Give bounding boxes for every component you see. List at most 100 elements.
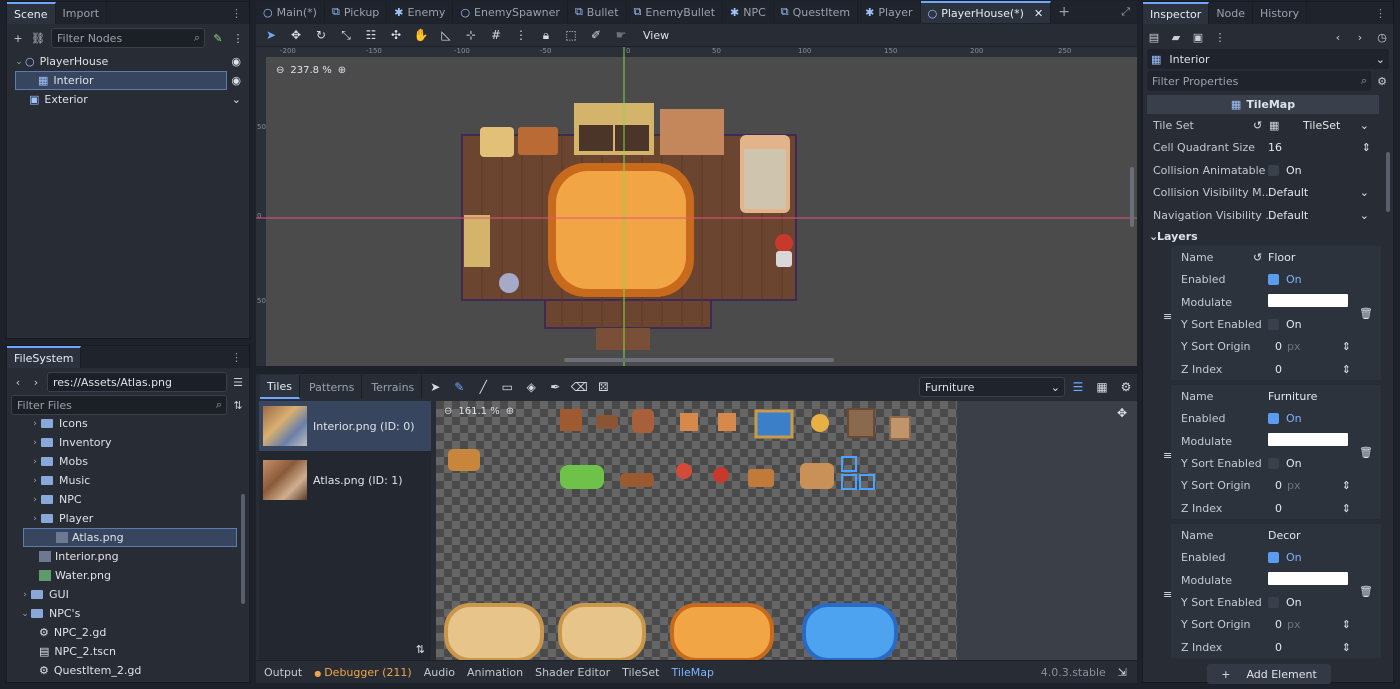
scale-tool-icon[interactable]: ⤡ [335, 24, 357, 46]
tree-item-interior[interactable]: ▦ Interior [15, 71, 227, 90]
tile-source-item[interactable]: Atlas.png (ID: 1) [259, 455, 431, 505]
history-forward-icon[interactable]: › [1353, 30, 1367, 44]
tab-scene[interactable]: Scene [7, 2, 56, 24]
layer-select[interactable]: Furniture ⌄ [919, 377, 1065, 397]
color-swatch[interactable] [1268, 433, 1348, 446]
visibility-eye-icon[interactable]: ◉ [231, 74, 241, 87]
path-field[interactable]: res://Assets/Atlas.png [47, 372, 227, 392]
tab-npc[interactable]: ✱ NPC [723, 1, 774, 23]
color-swatch[interactable] [1268, 294, 1348, 307]
chevron-down-icon[interactable]: ⌄ [1360, 209, 1369, 222]
file-item-selected[interactable]: Atlas.png [23, 528, 237, 547]
file-item[interactable]: › NPC [7, 490, 239, 509]
file-item[interactable]: › Player [7, 509, 239, 528]
layer-enabled[interactable]: Enabled On [1143, 546, 1381, 568]
object-selector[interactable]: ▦ Interior ⌄ [1147, 49, 1389, 69]
select-tool-icon[interactable]: ➤ [260, 24, 282, 46]
rect-tool-icon[interactable]: ▭ [496, 376, 518, 398]
pan-tool-icon[interactable]: ✋ [410, 24, 432, 46]
checkbox-checked[interactable] [1268, 274, 1279, 285]
tab-playerhouse[interactable]: ○ PlayerHouse(*) ✕ [920, 1, 1052, 23]
grid-snap-icon[interactable]: # [485, 24, 507, 46]
checkbox[interactable] [1268, 597, 1279, 608]
layer-y-sort-origin[interactable]: Y Sort Origin 0 px ⇕ [1143, 474, 1381, 496]
tab-enemy[interactable]: ✱ Enemy [387, 1, 454, 23]
file-item[interactable]: ⌄ NPC's [7, 604, 239, 623]
layer-z-index[interactable]: Z Index 0 ⇕ [1143, 497, 1381, 519]
tab-audio[interactable]: Audio [424, 666, 455, 679]
fullscreen-icon[interactable]: ⤢ [1114, 1, 1137, 23]
dock-menu-icon[interactable]: ⋮ [224, 2, 249, 24]
tab-debugger[interactable]: ● Debugger (211) [314, 666, 412, 679]
grid-toggle-icon[interactable]: ▦ [1091, 376, 1113, 398]
prop-collision-visibility[interactable]: Collision Visibility M... Default ⌄ [1143, 181, 1381, 203]
random-tile-icon[interactable]: ⚄ [592, 376, 614, 398]
canvas-viewport[interactable]: -200 -150 -100 -50 0 50 100 150 200 250 … [256, 47, 1137, 366]
layer-name[interactable]: Name Furniture [1143, 385, 1381, 407]
delete-icon[interactable]: 🗑︎ [1359, 585, 1373, 598]
scrollbar[interactable] [1386, 152, 1390, 212]
atlas-view[interactable]: ⊖ 161.1 % ⊕ ✥ [436, 401, 1137, 660]
scene-menu-icon[interactable]: ⋮ [231, 31, 245, 45]
file-item[interactable]: Interior.png [7, 547, 239, 566]
select-tool-icon[interactable]: ➤ [424, 376, 446, 398]
spinner-icon[interactable]: ⇕ [1342, 641, 1351, 654]
checkbox-checked[interactable] [1268, 413, 1279, 424]
checkbox-checked[interactable] [1268, 552, 1279, 563]
bone-icon[interactable]: ✐ [585, 24, 607, 46]
prop-cell-quadrant-size[interactable]: Cell Quadrant Size 16 ⇕ [1143, 136, 1381, 158]
link-icon[interactable]: ⛓ [31, 31, 45, 45]
layer-z-index[interactable]: Z Index 0 ⇕ [1143, 358, 1381, 380]
close-icon[interactable]: ✕ [1034, 7, 1043, 20]
bucket-tool-icon[interactable]: ◈ [520, 376, 542, 398]
filter-files-input[interactable]: Filter Files ⌕ [11, 395, 227, 415]
scrollbar[interactable] [241, 494, 245, 604]
file-item[interactable]: ⚙ NPC_2.gd [7, 623, 239, 642]
checkbox[interactable] [1268, 165, 1279, 176]
file-item[interactable]: ▤ NPC_2.tscn [7, 642, 239, 661]
tab-questitem[interactable]: ⧉ QuestItem [774, 1, 859, 23]
pivot-icon[interactable]: ✣ [385, 24, 407, 46]
filter-nodes-input[interactable]: Filter Nodes ⌕ [51, 28, 205, 48]
tab-enemybullet[interactable]: ⧉ EnemyBullet [627, 1, 724, 23]
paint-tool-icon[interactable]: ✎ [448, 376, 470, 398]
checkbox[interactable] [1268, 319, 1279, 330]
add-element-button[interactable]: + Add Element [1207, 664, 1331, 684]
chevron-down-icon[interactable]: ⌄ [1360, 119, 1369, 132]
reset-icon[interactable]: ↺ [1253, 251, 1262, 264]
tile-source-item-selected[interactable]: Interior.png (ID: 0) [259, 401, 431, 451]
horizontal-scrollbar[interactable] [564, 358, 834, 362]
spinner-icon[interactable]: ⇕ [1342, 618, 1351, 631]
new-tab-button[interactable]: + [1051, 1, 1077, 23]
layer-modulate[interactable]: Modulate [1143, 291, 1381, 313]
smart-snap-icon[interactable]: ⊹ [460, 24, 482, 46]
spinner-icon[interactable]: ⇕ [1342, 340, 1351, 353]
sort-icon[interactable]: ⇅ [416, 643, 425, 656]
layer-name[interactable]: Name Decor [1143, 524, 1381, 546]
tab-player[interactable]: ✱ Player [858, 1, 921, 23]
rotate-tool-icon[interactable]: ↻ [310, 24, 332, 46]
layer-y-sort-origin[interactable]: Y Sort Origin 0 px ⇕ [1143, 335, 1381, 357]
open-folder-icon[interactable]: ▰ [1169, 30, 1183, 44]
layer-modulate[interactable]: Modulate [1143, 430, 1381, 452]
list-select-icon[interactable]: ☷ [360, 24, 382, 46]
tab-import[interactable]: Import [56, 2, 108, 24]
tab-filesystem[interactable]: FileSystem [7, 346, 82, 368]
file-item[interactable]: Water.png [7, 566, 239, 585]
group-icon[interactable]: ⬚ [560, 24, 582, 46]
tab-shader-editor[interactable]: Shader Editor [535, 666, 610, 679]
hand-icon[interactable]: ☛ [610, 24, 632, 46]
chevron-down-icon[interactable]: ⌄ [232, 93, 241, 106]
view-menu[interactable]: View [635, 29, 677, 42]
tab-inspector[interactable]: Inspector [1143, 2, 1210, 24]
tab-main[interactable]: ○ Main(*) [256, 1, 325, 23]
tab-bullet[interactable]: ⧉ Bullet [568, 1, 627, 23]
add-node-icon[interactable]: + [11, 31, 25, 45]
tree-item-playerhouse[interactable]: ⌄ ○ PlayerHouse ◉ [7, 52, 249, 71]
forward-icon[interactable]: › [29, 375, 43, 389]
save-icon[interactable]: ▣ [1191, 30, 1205, 44]
expand-panel-icon[interactable]: ⇲ [1118, 666, 1127, 679]
checkbox[interactable] [1268, 458, 1279, 469]
layer-y-sort-enabled[interactable]: Y Sort Enabled On [1143, 313, 1381, 335]
split-view-icon[interactable]: ☰ [231, 375, 245, 389]
